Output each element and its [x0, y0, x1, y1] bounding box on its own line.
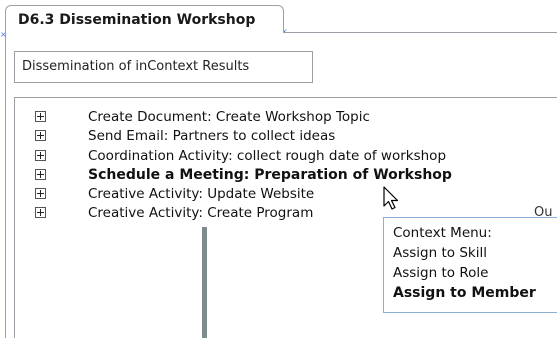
tree-row-selected[interactable]: Schedule a Meeting: Preparation of Works… [15, 167, 557, 183]
arrow-cursor-icon [383, 186, 399, 210]
plus-box-icon[interactable] [35, 188, 46, 199]
annotation-pointer-line [202, 227, 207, 338]
title-field[interactable]: Dissemination of inContext Results [14, 51, 313, 83]
tree-row-label: Schedule a Meeting: Preparation of Works… [88, 167, 452, 183]
menu-item-assign-member[interactable]: Assign to Member [393, 285, 536, 301]
context-menu-title: Context Menu: [393, 225, 492, 241]
title-field-value: Dissemination of inContext Results [22, 59, 250, 74]
plus-box-icon[interactable] [35, 111, 46, 122]
tree-row-label: Create Document: Create Workshop Topic [88, 109, 370, 125]
plus-box-icon[interactable] [35, 207, 46, 218]
tree-row[interactable]: Coordination Activity: collect rough dat… [15, 148, 557, 164]
tree-row-label: Send Email: Partners to collect ideas [88, 128, 336, 144]
plus-box-icon[interactable] [35, 169, 46, 180]
context-menu: Context Menu: Assign to Skill Assign to … [383, 217, 557, 313]
tree-row-label: Coordination Activity: collect rough dat… [88, 148, 447, 164]
tree-row-label: Creative Activity: Create Program [88, 205, 314, 221]
plus-box-icon[interactable] [35, 150, 46, 161]
tree-row-label: Creative Activity: Update Website [88, 186, 315, 202]
menu-item-assign-skill[interactable]: Assign to Skill [393, 245, 487, 261]
menu-item-assign-role[interactable]: Assign to Role [393, 265, 488, 281]
plus-box-icon[interactable] [35, 130, 46, 141]
tree-row[interactable]: Create Document: Create Workshop Topic [15, 109, 557, 125]
tree-row[interactable]: Creative Activity: Update Website [15, 186, 557, 202]
tab-dissemination-workshop[interactable]: D6.3 Dissemination Workshop [5, 5, 284, 33]
tab-label: D6.3 Dissemination Workshop [18, 12, 256, 28]
tree-row[interactable]: Send Email: Partners to collect ideas [15, 128, 557, 144]
workspace: D6.3 Dissemination Workshop Disseminatio… [0, 0, 557, 338]
